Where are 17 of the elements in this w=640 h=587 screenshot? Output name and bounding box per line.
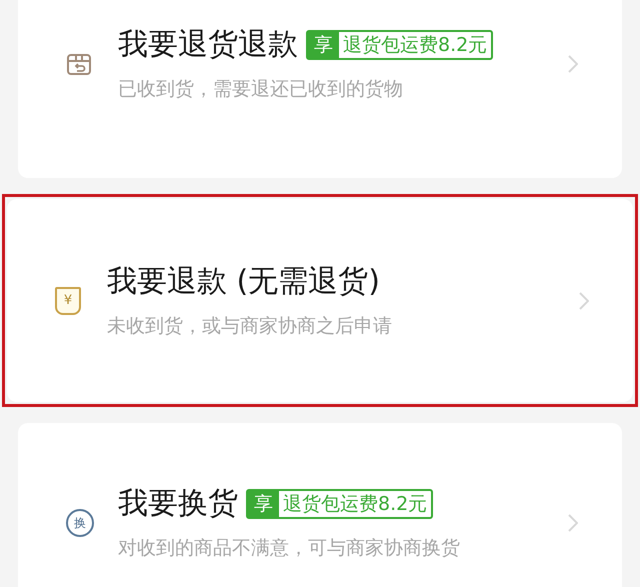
return-box-icon <box>66 51 92 77</box>
option-card[interactable]: 换 我要换货 享 退货包运费8.2元 对收到的商品不满意，可与商家协商换货 <box>18 423 622 587</box>
shipping-badge: 享 退货包运费8.2元 <box>306 30 494 60</box>
option-title: 我要退货退款 <box>118 27 298 63</box>
option-title: 我要退款 (无需退货) <box>107 264 380 300</box>
yuan-icon: ¥ <box>55 286 81 314</box>
chevron-right-icon <box>579 292 589 310</box>
chevron-right-icon <box>568 514 578 532</box>
chevron-right-icon <box>568 55 578 73</box>
option-description: 已收到货，需要退还已收到的货物 <box>118 77 404 101</box>
shipping-badge: 享 退货包运费8.2元 <box>246 489 434 519</box>
option-description: 对收到的商品不满意，可与商家协商换货 <box>118 536 461 560</box>
option-description: 未收到货，或与商家协商之后申请 <box>107 314 393 338</box>
option-card[interactable]: ¥ 我要退款 (无需退货) 未收到货，或与商家协商之后申请 <box>7 199 633 402</box>
option-card[interactable]: 我要退货退款 享 退货包运费8.2元 已收到货，需要退还已收到的货物 <box>18 0 622 178</box>
exchange-icon: 换 <box>66 509 94 537</box>
option-title: 我要换货 <box>118 486 238 522</box>
